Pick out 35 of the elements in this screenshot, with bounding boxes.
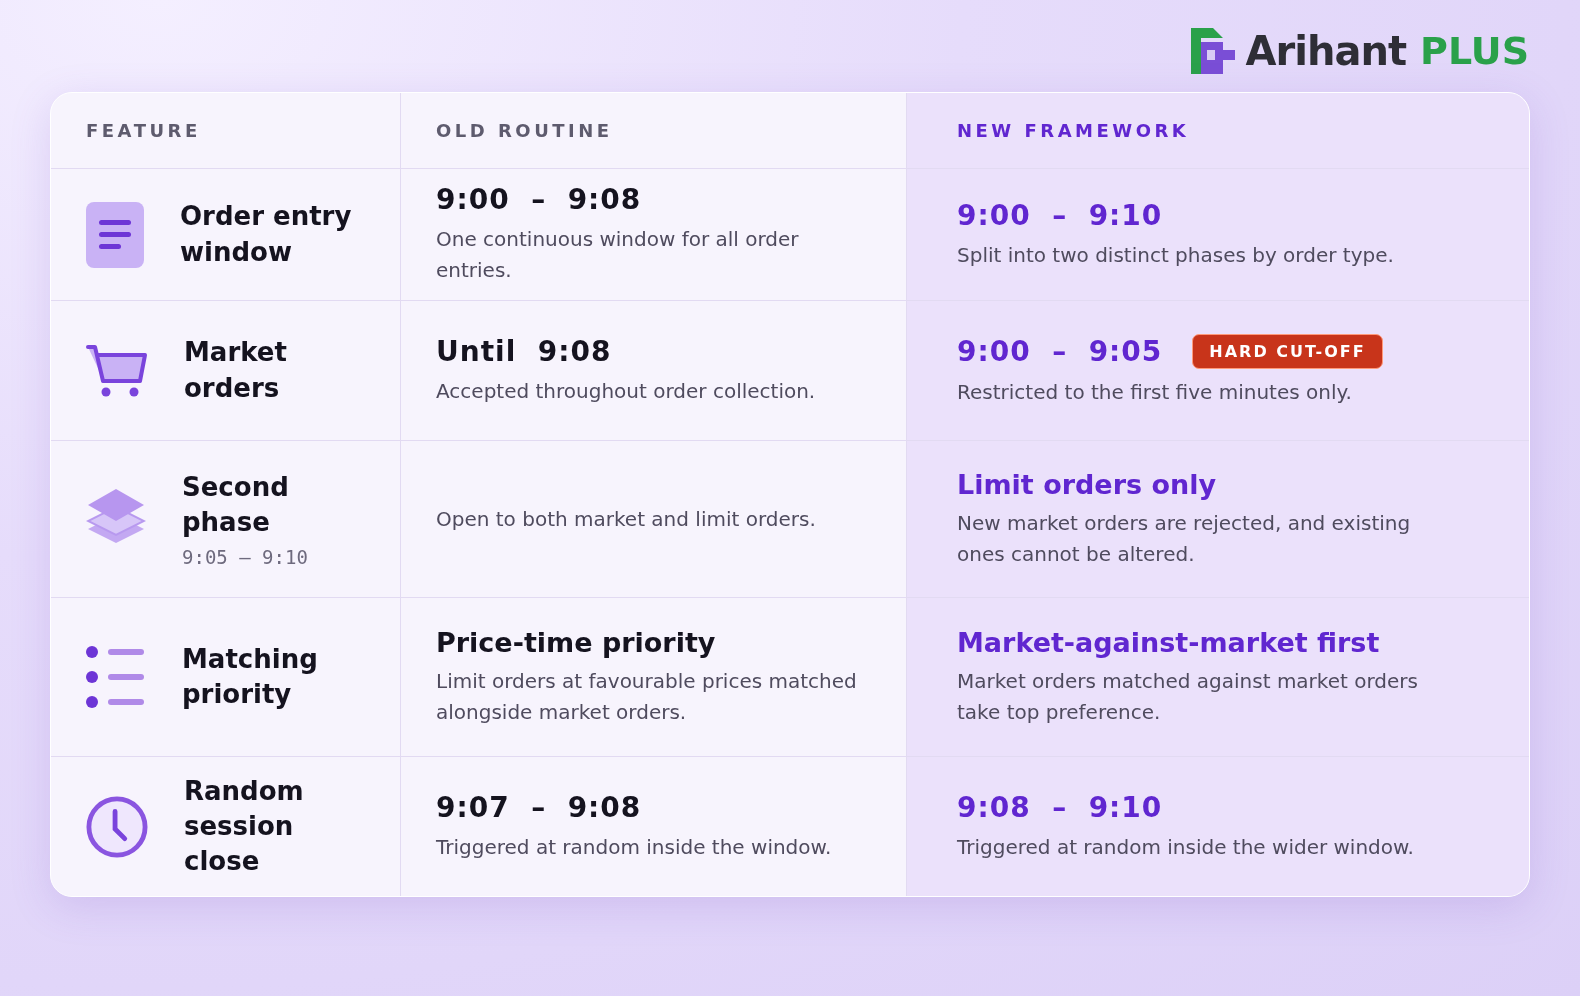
cell-description: Accepted throughout order collection. — [436, 377, 817, 405]
cell-description: Triggered at random inside the wider window. — [957, 833, 1415, 861]
time-range: Until 9:08 — [436, 334, 612, 368]
cell-description: New market orders are rejected, and existing ones cannot be altered. — [957, 509, 1412, 568]
column-header: FEATURE — [86, 120, 202, 141]
column-header: NEW FRAMEWORK — [957, 120, 1191, 141]
brand-suffix: PLUS — [1420, 29, 1529, 73]
time-range: 9:07 – 9:08 — [436, 790, 642, 824]
brand-name: Arihant — [1245, 28, 1407, 74]
time-range: 9:08 – 9:10 — [957, 790, 1163, 824]
document-icon — [86, 201, 144, 268]
cell-description: Triggered at random inside the window. — [436, 833, 833, 861]
feature-title: Order entry window — [180, 200, 353, 269]
time-range: 9:00 – 9:05 — [957, 334, 1163, 368]
feature-title: Second phase — [182, 470, 290, 539]
cell-heading: Limit orders only — [957, 468, 1217, 500]
column-header: OLD ROUTINE — [436, 120, 614, 141]
cut-off-badge: HARD CUT-OFF — [1192, 333, 1383, 369]
clock-icon — [86, 794, 148, 859]
time-range: 9:00 – 9:08 — [436, 183, 642, 216]
cell-heading: Price-time priority — [436, 626, 716, 658]
feature-title: Random session close — [184, 774, 305, 879]
cell-description: Open to both market and limit orders. — [436, 505, 817, 533]
feature-title: Market orders — [184, 336, 288, 405]
shopping-cart-icon — [86, 343, 148, 398]
feature-title: Matching priority — [182, 642, 319, 711]
cell-description: Restricted to the first five minutes only. — [957, 378, 1353, 406]
time-range: 9:00 – 9:10 — [957, 198, 1163, 232]
cell-description: Limit orders at favourable prices matched alongside market orders. — [436, 667, 858, 726]
cell-description: Market orders matched against market orders take top preference. — [957, 667, 1419, 726]
feature-time-range: 9:05 – 9:10 — [182, 546, 309, 569]
cell-description: One continuous window for all order entries. — [436, 226, 800, 284]
list-icon — [86, 644, 146, 710]
cell-heading: Market-against-market first — [957, 626, 1380, 658]
cell-description: Split into two distinct phases by order type. — [957, 241, 1395, 269]
